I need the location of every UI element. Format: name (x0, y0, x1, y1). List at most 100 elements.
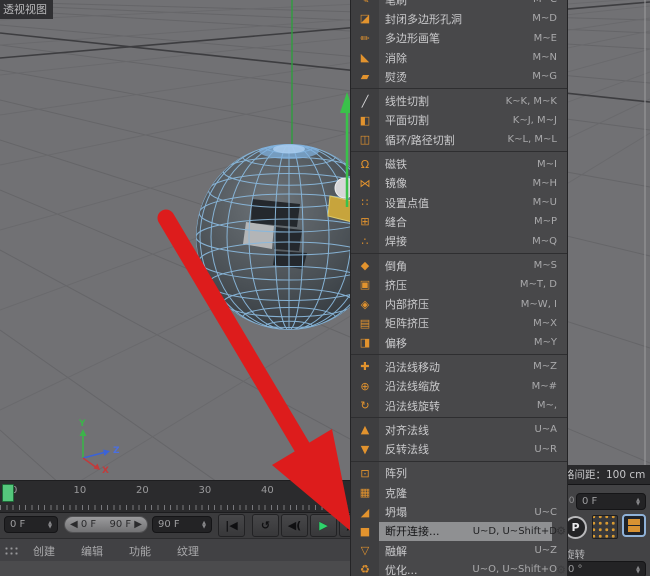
menu-item-polygon-pen[interactable]: ✏ 多边形画笔 M~E (351, 29, 567, 48)
menu-item-label: 优化... (385, 563, 418, 576)
menu-item-clone[interactable]: ▦ 克隆 (351, 483, 567, 502)
menu-item-label: 克隆 (385, 486, 407, 500)
reverse-normals-icon: ▼ (360, 442, 370, 456)
loop-icon: ↺ (260, 519, 271, 532)
frame-stepper-icon[interactable]: ▲ ▼ (48, 520, 52, 529)
tab-edit[interactable]: 编辑 (81, 543, 103, 559)
menu-item-plane-cut[interactable]: ◧ 平面切割 K~J, M~J (351, 111, 567, 130)
menu-item-magnet[interactable]: Ω 磁铁 M~I (351, 154, 567, 173)
tick-label-40: 40 (261, 485, 274, 496)
angle-stepper-icon[interactable]: ▲ ▼ (636, 565, 640, 574)
playhead-marker[interactable] (2, 484, 14, 502)
scale-along-normals-icon: ⊕ (360, 379, 370, 393)
end-frame-field[interactable]: 90 F ▲ ▼ (152, 516, 212, 533)
extrude-icon: ▣ (359, 278, 371, 292)
menu-item-label: 缝合 (385, 215, 407, 229)
menu-item-disconnect[interactable]: ■ 断开连接... U~D, U~Shift+D ⚙ (351, 521, 567, 542)
jump-start-icon: |◀ (225, 519, 238, 532)
tab-texture[interactable]: 纹理 (177, 543, 199, 559)
clone-icon: ▦ (359, 486, 371, 500)
menu-item-weld[interactable]: ∴ 焊接 M~Q (351, 232, 567, 251)
play-reverse-button[interactable]: ◀( (281, 514, 308, 537)
gear-icon[interactable]: ⚙ (556, 563, 566, 576)
dots-grid-icon[interactable] (592, 515, 618, 539)
tab-function[interactable]: 功能 (129, 543, 151, 559)
range-end-label: 90 F ▶ (109, 519, 142, 530)
modeling-context-menu: ✎ 笔刷 M~C ◪ 封闭多边形孔洞 M~D ✏ 多边形画笔 M~E ◣ 消除 M~N ▰ 熨烫 M~G ╱ 线… (350, 0, 568, 576)
right-frame-stepper-icon[interactable]: ▲ ▼ (636, 497, 640, 506)
menu-item-label: 沿法线旋转 (385, 399, 440, 413)
set-point-value-icon: ∷ (361, 196, 369, 210)
menu-item-label: 挤压 (385, 278, 407, 292)
menu-item-shortcut: M~H (532, 177, 557, 189)
tab-create[interactable]: 创建 (33, 543, 55, 559)
menu-item-dissolve[interactable]: ◣ 消除 M~N (351, 48, 567, 67)
line-cut-icon: ╱ (361, 94, 369, 108)
viewport-name-label[interactable]: 透视视图 (0, 0, 53, 19)
menu-item-move-along-normals[interactable]: ✚ 沿法线移动 M~Z (351, 357, 567, 376)
optimize-icon: ♻ (360, 563, 370, 576)
angle-field[interactable]: 0 ° ▲ ▼ (562, 561, 646, 576)
menu-item-shortcut: M~# (531, 380, 557, 392)
menu-item-label: 坍塌 (385, 506, 407, 520)
tick-label-50: 50 (323, 485, 337, 496)
menu-item-array[interactable]: ⊡ 阵列 (351, 464, 567, 483)
collapse-icon: ◢ (360, 505, 370, 519)
menu-item-loop-path-cut[interactable]: ◫ 循环/路径切割 K~L, M~L (351, 130, 567, 149)
menu-item-brush[interactable]: ✎ 笔刷 M~C (351, 0, 567, 9)
filmstrip-icon[interactable] (622, 514, 646, 537)
play-button[interactable]: ▶ (310, 514, 337, 537)
drag-handle-icon[interactable] (4, 546, 19, 556)
axis-x-label: X (102, 466, 109, 476)
menu-item-shortcut: M~T, D (519, 279, 557, 291)
menu-item-bevel[interactable]: ◆ 倒角 M~S (351, 256, 567, 275)
rotate-along-normals-icon: ↻ (360, 399, 370, 413)
menu-item-label: 沿法线移动 (385, 360, 440, 374)
play-reverse-icon: ◀( (287, 519, 302, 532)
menu-item-label: 沿法线缩放 (385, 380, 440, 394)
menu-item-label: 阵列 (385, 467, 407, 481)
menu-item-melt[interactable]: ▽ 融解 U~Z (351, 541, 567, 560)
menu-item-stitch-and-sew[interactable]: ⊞ 缝合 M~P (351, 212, 567, 231)
gear-icon[interactable]: ⚙ (556, 525, 566, 538)
menu-item-label: 设置点值 (385, 196, 429, 210)
menu-item-close-polygon-hole[interactable]: ◪ 封闭多边形孔洞 M~D (351, 9, 567, 28)
menu-item-shortcut: M~Q (532, 235, 557, 247)
menu-item-shortcut: M~, (536, 400, 557, 412)
menu-item-shortcut: K~L, M~L (507, 134, 557, 146)
menu-item-offset[interactable]: ◨ 偏移 M~Y (351, 333, 567, 352)
frame-range-slider[interactable]: ◀ 0 F 90 F ▶ (64, 516, 148, 533)
menu-item-label: 镜像 (385, 177, 407, 191)
menu-item-mirror[interactable]: ⋈ 镜像 M~H (351, 174, 567, 193)
menu-item-shortcut: M~Z (533, 361, 557, 373)
menu-item-label: 对齐法线 (385, 423, 429, 437)
menu-item-rotate-along-normals[interactable]: ↻ 沿法线旋转 M~, (351, 396, 567, 415)
extrude-inner-icon: ◈ (360, 297, 370, 311)
menu-item-iron[interactable]: ▰ 熨烫 M~G (351, 67, 567, 86)
loop-button[interactable]: ↺ (252, 514, 279, 537)
end-frame-stepper-icon[interactable]: ▲ ▼ (202, 520, 206, 529)
menu-item-shortcut: K~K, M~K (505, 95, 557, 107)
menu-item-shortcut: M~U (532, 197, 557, 209)
menu-item-shortcut: M~G (532, 71, 557, 83)
menu-item-shortcut: M~E (533, 32, 557, 44)
menu-item-extrude-inner[interactable]: ◈ 内部挤压 M~W, I (351, 294, 567, 313)
viewport-right-edge (644, 0, 646, 465)
menu-item-set-point-value[interactable]: ∷ 设置点值 M~U (351, 193, 567, 212)
menu-item-shortcut: U~Z (534, 545, 557, 557)
menu-item-shortcut: M~X (533, 317, 557, 329)
menu-item-optimize[interactable]: ♻ 优化... U~O, U~Shift+O ⚙ (351, 560, 567, 576)
menu-item-align-normals[interactable]: ▲ 对齐法线 U~A (351, 420, 567, 439)
menu-item-collapse[interactable]: ◢ 坍塌 U~C (351, 502, 567, 521)
tick-label-20: 20 (136, 485, 149, 496)
jump-start-button[interactable]: |◀ (218, 514, 245, 537)
menu-item-reverse-normals[interactable]: ▼ 反转法线 U~R (351, 440, 567, 459)
right-frame-field[interactable]: 0 F ▲ ▼ (576, 493, 646, 510)
disconnect-icon: ■ (359, 524, 371, 538)
menu-item-extrude[interactable]: ▣ 挤压 M~T, D (351, 275, 567, 294)
current-frame-field[interactable]: 0 F ▲ ▼ (4, 516, 58, 533)
plane-cut-icon: ◧ (359, 113, 371, 127)
menu-item-scale-along-normals[interactable]: ⊕ 沿法线缩放 M~# (351, 377, 567, 396)
menu-item-line-cut[interactable]: ╱ 线性切割 K~K, M~K (351, 91, 567, 110)
menu-item-matrix-extrude[interactable]: ▤ 矩阵挤压 M~X (351, 314, 567, 333)
